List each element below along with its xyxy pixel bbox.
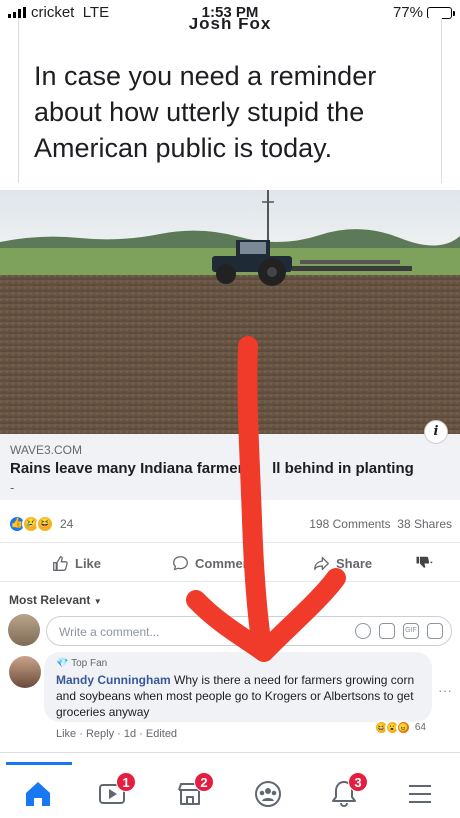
hamburger-menu-icon (409, 785, 431, 803)
meme-caption: In case you need a reminder about how ut… (34, 61, 377, 163)
like-label: Like (75, 556, 102, 571)
tab-notifications[interactable]: 3 (324, 772, 368, 812)
tab-video[interactable]: 1 (92, 772, 136, 812)
comment-more-icon[interactable]: ··· (438, 682, 452, 698)
comment-author[interactable]: Mandy Cunningham (56, 673, 171, 687)
comment-bubble[interactable]: 💎 Top Fan Mandy Cunningham Why is there … (44, 652, 432, 722)
user-avatar[interactable] (8, 614, 40, 646)
info-icon[interactable]: i (424, 420, 448, 444)
share-button[interactable]: Share (313, 555, 372, 572)
video-badge: 1 (116, 772, 136, 792)
comment-button[interactable]: Comment (172, 555, 255, 572)
link-preview-image[interactable] (0, 190, 460, 434)
tab-groups[interactable] (248, 774, 288, 812)
notifications-badge: 3 (348, 772, 368, 792)
thumbs-up-icon (53, 556, 68, 571)
speech-bubble-icon (173, 556, 188, 571)
engagement-summary: 👍 😢 😆 24 198 Comments 38 Shares (0, 508, 460, 538)
share-label: Share (336, 556, 373, 571)
marketplace-badge: 2 (194, 772, 214, 792)
comment-text: Mandy Cunningham Why is there a need for… (56, 672, 426, 720)
comment-composer: Write a comment... GIF (0, 612, 460, 648)
divider (0, 752, 460, 753)
comment-reaction-count: 64 (414, 722, 426, 733)
comment-sort-dropdown[interactable]: Most Relevant ▼ (9, 593, 102, 607)
composer-icons: GIF (355, 623, 443, 639)
comment-input[interactable]: Write a comment... GIF (46, 616, 452, 646)
thumbs-down-dropdown-icon (416, 556, 433, 568)
comments-shares-count: 198 Comments 38 Shares (309, 517, 452, 531)
tab-marketplace[interactable]: 2 (170, 772, 214, 812)
tab-menu[interactable] (400, 774, 440, 812)
haha-reaction-icon: 😆 (36, 515, 54, 533)
link-headline: Rains leave many Indiana farmers ll behi… (10, 460, 414, 477)
bottom-navigation: 1 2 3 (0, 762, 460, 818)
battery-icon (427, 6, 455, 19)
groups-icon (255, 781, 281, 807)
comment-item: 💎 Top Fan Mandy Cunningham Why is there … (0, 652, 460, 747)
comment-label: Comment (195, 556, 255, 571)
top-fan-badge: 💎 Top Fan (56, 658, 107, 669)
camera-icon[interactable] (379, 623, 395, 639)
comment-count[interactable]: 198 Comments (309, 517, 390, 531)
link-preview-info[interactable]: i WAVE3.COM Rains leave many Indiana far… (0, 420, 460, 500)
comment-meta[interactable]: Like · Reply · 1d · Edited (56, 728, 177, 740)
meme-card: Josh Fox In case you need a reminder abo… (18, 18, 442, 183)
link-headline-part2: ll behind in planting (272, 460, 414, 477)
share-arrow-icon (314, 556, 329, 571)
reaction-picker-button[interactable] (414, 555, 436, 572)
angry-reaction-icon: 😠 (395, 720, 411, 735)
caret-down-icon: ▼ (93, 597, 102, 606)
post-action-bar: Like Comment Share (0, 542, 460, 582)
sticker-icon[interactable] (427, 623, 443, 639)
top-fan-label: Top Fan (71, 658, 108, 669)
sort-label: Most Relevant (9, 593, 91, 607)
home-icon (26, 782, 50, 806)
gif-icon[interactable]: GIF (403, 623, 419, 639)
tab-home[interactable] (18, 774, 58, 812)
link-headline-part1: Rains leave many Indiana farmers (10, 460, 252, 477)
diamond-icon: 💎 (56, 658, 69, 669)
meme-author-name: Josh Fox (188, 18, 272, 30)
tractor-field-image (0, 190, 460, 434)
active-tab-indicator (6, 762, 72, 765)
emoji-icon[interactable] (355, 623, 371, 639)
reaction-count: 24 (60, 517, 74, 531)
comment-reactions[interactable]: 😆 😮 😠 64 (373, 720, 426, 735)
like-button[interactable]: Like (52, 555, 101, 572)
link-description: - (10, 480, 15, 495)
commenter-avatar[interactable] (9, 656, 41, 688)
reaction-summary[interactable]: 👍 😢 😆 24 (8, 515, 73, 533)
share-count[interactable]: 38 Shares (397, 517, 452, 531)
link-domain: WAVE3.COM (10, 443, 83, 457)
comment-placeholder: Write a comment... (59, 625, 160, 639)
